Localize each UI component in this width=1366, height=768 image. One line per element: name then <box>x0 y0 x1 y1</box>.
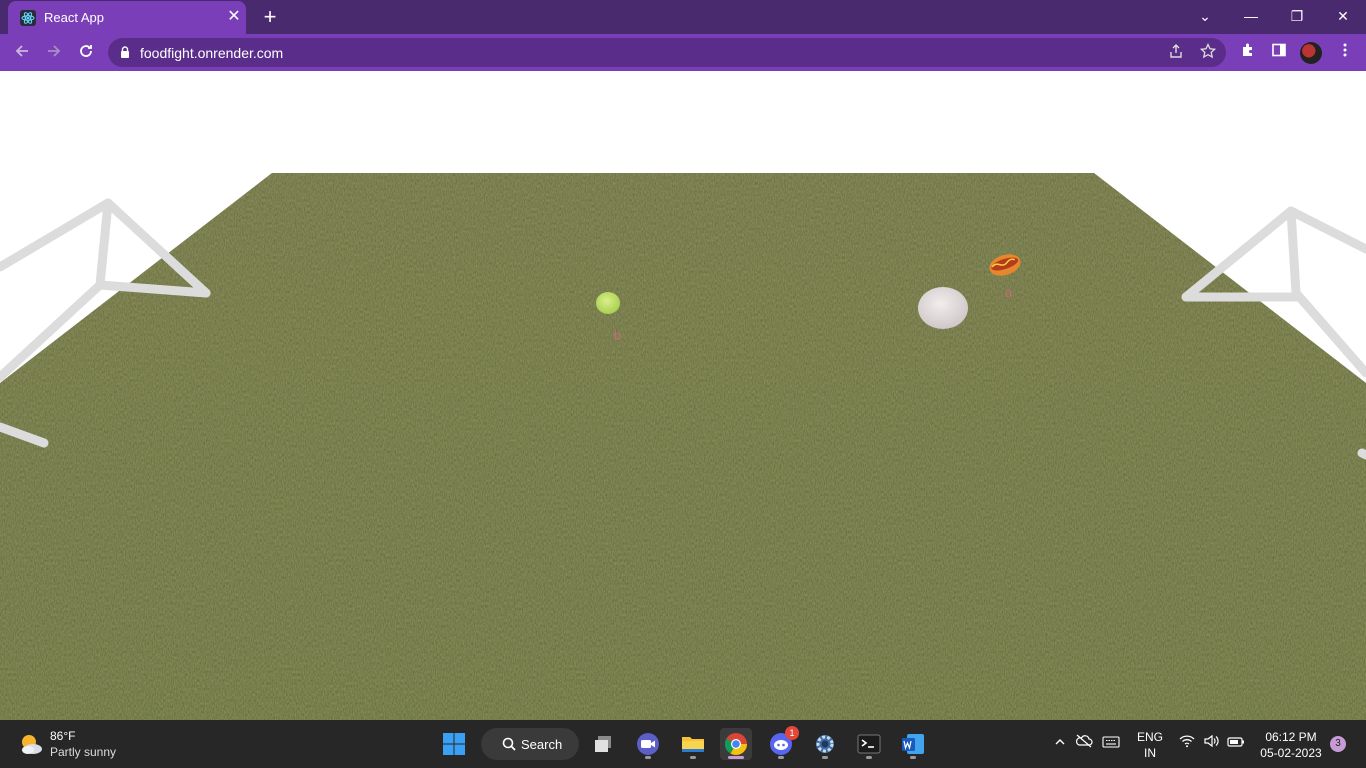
forward-button[interactable] <box>41 40 67 66</box>
back-arrow-icon <box>15 45 28 57</box>
chrome-icon[interactable] <box>720 728 752 760</box>
game-canvas[interactable]: b a <box>0 71 1366 720</box>
player-label-a: a <box>1005 285 1013 300</box>
share-icon[interactable] <box>1166 43 1186 63</box>
minimize-button[interactable]: — <box>1228 0 1274 32</box>
react-icon <box>20 10 36 26</box>
tab-search-button[interactable]: ⌄ <box>1182 0 1228 32</box>
close-window-button[interactable]: ✕ <box>1320 0 1366 32</box>
clock-time: 06:12 PM <box>1265 730 1317 744</box>
language-region: IN <box>1144 746 1156 760</box>
browser-titlebar: React App ✕ + ⌄ — ❐ ✕ <box>0 0 1366 34</box>
weather-temp: 86°F <box>50 729 76 743</box>
onedrive-offline-icon[interactable] <box>1074 734 1094 754</box>
reload-button[interactable] <box>73 40 99 66</box>
star-icon[interactable] <box>1198 42 1218 63</box>
terminal-icon[interactable] <box>853 728 885 760</box>
discord-icon[interactable]: 1 <box>765 726 799 760</box>
language-indicator[interactable]: ENG IN <box>1136 729 1164 761</box>
tab-react-app[interactable]: React App ✕ <box>8 1 246 34</box>
settings-icon[interactable] <box>809 728 841 760</box>
discord-badge: 1 <box>785 726 799 740</box>
tortilla-icon[interactable] <box>918 287 968 329</box>
forward-arrow-icon <box>48 45 61 57</box>
lettuce-player-icon[interactable] <box>596 292 620 314</box>
search-icon <box>502 737 516 751</box>
url-text: foodfight.onrender.com <box>140 45 284 61</box>
windows-start-icon[interactable] <box>442 732 466 756</box>
menu-icon[interactable] <box>1334 42 1356 64</box>
weather-desc: Partly sunny <box>50 745 117 759</box>
tab-close-button[interactable]: ✕ <box>224 7 244 27</box>
game-scene <box>0 173 1366 720</box>
side-panel-icon[interactable] <box>1268 42 1290 64</box>
reload-icon <box>80 45 92 57</box>
grass-field <box>0 173 1366 720</box>
lock-icon <box>121 46 129 58</box>
search-label: Search <box>521 737 563 752</box>
profile-avatar[interactable] <box>1300 42 1322 64</box>
zoom-icon[interactable] <box>632 728 664 760</box>
restore-button[interactable]: ❐ <box>1274 0 1320 32</box>
taskbar-search[interactable]: Search <box>481 728 579 760</box>
new-tab-button[interactable]: + <box>258 4 282 30</box>
browser-toolbar: foodfight.onrender.com <box>0 34 1366 71</box>
taskbar: 86°F Partly sunny Search 1 ENG IN 06:12 … <box>0 720 1366 768</box>
partly-sunny-icon <box>22 735 42 754</box>
chevron-up-icon[interactable] <box>1050 734 1070 754</box>
battery-icon[interactable] <box>1226 734 1246 754</box>
volume-icon[interactable] <box>1201 734 1221 754</box>
tab-title: React App <box>44 10 104 25</box>
notification-badge[interactable]: 3 <box>1330 736 1346 752</box>
player-label-b: b <box>614 328 622 343</box>
wifi-icon[interactable] <box>1177 734 1197 754</box>
clock[interactable]: 06:12 PM 05-02-2023 <box>1256 729 1326 761</box>
word-icon[interactable] <box>897 728 929 760</box>
keyboard-icon[interactable] <box>1101 734 1121 754</box>
task-view-icon[interactable] <box>589 728 621 760</box>
file-explorer-icon[interactable] <box>677 728 709 760</box>
extensions-icon[interactable] <box>1237 42 1259 64</box>
address-bar[interactable]: foodfight.onrender.com <box>108 38 1226 67</box>
back-button[interactable] <box>9 40 35 66</box>
clock-date: 05-02-2023 <box>1260 746 1322 760</box>
language-code: ENG <box>1136 730 1163 744</box>
